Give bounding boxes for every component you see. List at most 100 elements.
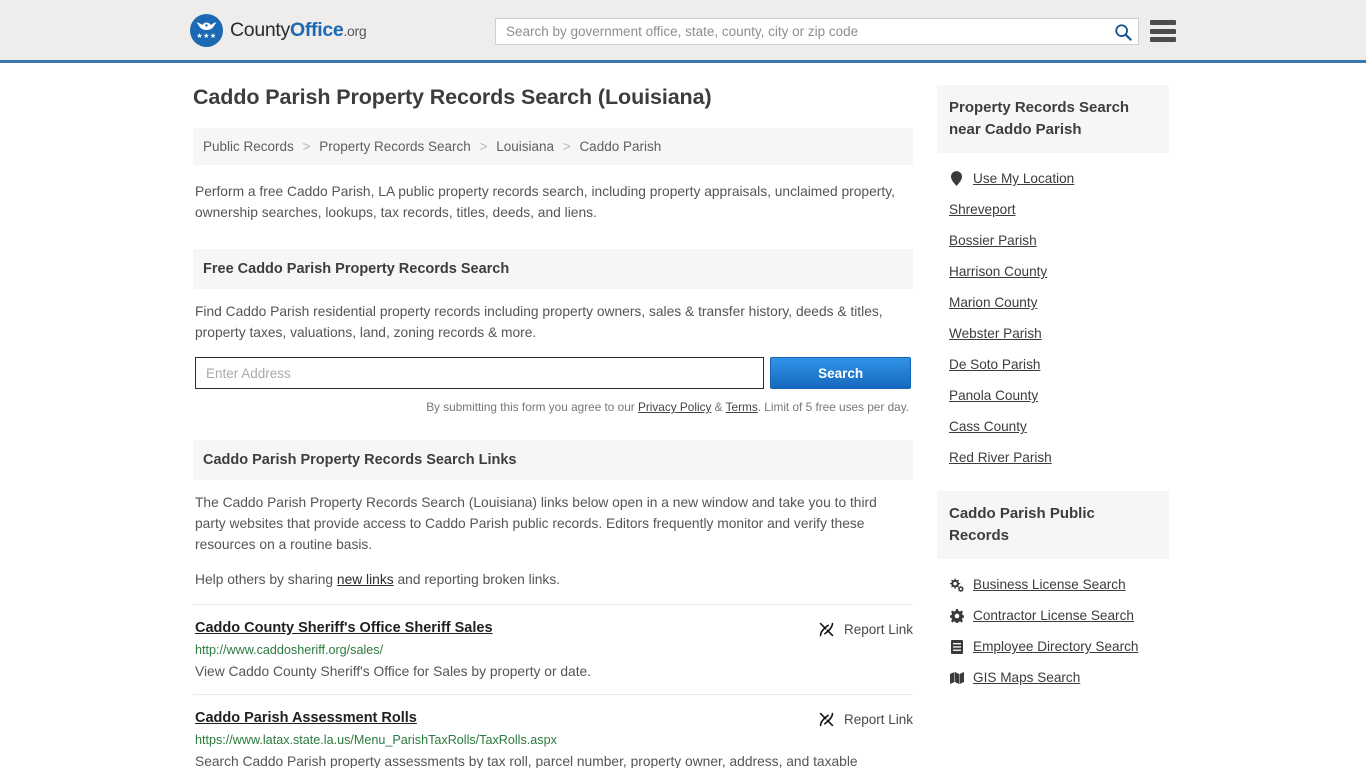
sidebar-item-panola-county[interactable]: Panola County — [949, 380, 1157, 411]
links-paragraph-2: Help others by sharing new links and rep… — [195, 569, 911, 590]
form-disclaimer: By submitting this form you agree to our… — [195, 397, 911, 418]
free-search-heading: Free Caddo Parish Property Records Searc… — [193, 249, 913, 289]
sidebar-item-bossier-parish[interactable]: Bossier Parish — [949, 225, 1157, 256]
site-header: ★★★ CountyOffice.org — [0, 0, 1366, 63]
report-link-label: Report Link — [843, 712, 913, 727]
links-paragraph-1: The Caddo Parish Property Records Search… — [195, 495, 877, 552]
address-input[interactable] — [195, 357, 765, 389]
links-section-heading: Caddo Parish Property Records Search Lin… — [193, 440, 913, 480]
stars-glyph: ★★★ — [196, 33, 217, 40]
logo-text-org: .org — [343, 22, 367, 39]
logo-text-county: County — [230, 18, 290, 41]
sidebar-link-label[interactable]: Webster Parish — [949, 326, 1042, 341]
result-url: https://www.latax.state.la.us/Menu_Paris… — [195, 733, 557, 747]
share-prefix: Help others by sharing — [195, 572, 337, 587]
terms-link[interactable]: Terms — [726, 400, 758, 414]
sidebar-link-label[interactable]: Red River Parish — [949, 450, 1052, 465]
book-icon — [949, 639, 964, 654]
disclaimer-prefix: By submitting this form you agree to our — [426, 400, 638, 414]
breadcrumb-item-2[interactable]: Louisiana — [496, 139, 554, 154]
map-pin-icon — [949, 171, 964, 186]
disclaimer-amp: & — [711, 400, 726, 414]
result-title[interactable]: Caddo County Sheriff's Office Sheriff Sa… — [195, 620, 493, 636]
header-search-box[interactable] — [495, 18, 1139, 45]
disclaimer-suffix: . Limit of 5 free uses per day. — [757, 400, 909, 414]
sidebar-link-label[interactable]: GIS Maps Search — [973, 670, 1080, 685]
sidebar-item-contractor-license-search[interactable]: Contractor License Search — [949, 600, 1157, 631]
nearby-list: Use My Location Shreveport Bossier Paris… — [937, 153, 1169, 473]
sidebar-item-red-river-parish[interactable]: Red River Parish — [949, 442, 1157, 473]
public-records-heading: Caddo Parish Public Records — [937, 491, 1169, 559]
breadcrumb: Public Records > Property Records Search… — [193, 128, 913, 165]
hamburger-bar-1 — [1150, 20, 1176, 25]
result-title[interactable]: Caddo Parish Assessment Rolls — [195, 710, 417, 726]
nearby-panel: Property Records Search near Caddo Paris… — [937, 85, 1169, 473]
share-suffix: and reporting broken links. — [393, 572, 561, 587]
sidebar-item-employee-directory-search[interactable]: Employee Directory Search — [949, 631, 1157, 662]
eagle-icon — [196, 22, 217, 30]
sidebar-link-label[interactable]: Shreveport — [949, 202, 1016, 217]
logo-text-office: Office — [290, 18, 344, 41]
sidebar-link-label[interactable]: Panola County — [949, 388, 1038, 403]
free-search-body: Find Caddo Parish residential property r… — [193, 289, 913, 418]
broken-link-icon — [819, 622, 834, 637]
cogs-icon — [949, 577, 964, 592]
public-records-list: Business License Search Contractor Licen… — [937, 559, 1169, 693]
report-link-button[interactable]: Report Link — [818, 711, 913, 728]
address-search-form: Search — [195, 357, 911, 389]
sidebar-item-harrison-county[interactable]: Harrison County — [949, 256, 1157, 287]
sidebar-item-use-my-location[interactable]: Use My Location — [949, 163, 1157, 194]
hamburger-bar-3 — [1150, 37, 1176, 42]
sidebar-item-webster-parish[interactable]: Webster Parish — [949, 318, 1157, 349]
breadcrumb-separator-1: > — [479, 139, 488, 154]
search-icon[interactable] — [1108, 19, 1138, 44]
sidebar-link-label[interactable]: Bossier Parish — [949, 233, 1037, 248]
sidebar-link-label[interactable]: Business License Search — [973, 577, 1126, 592]
intro-paragraph: Perform a free Caddo Parish, LA public p… — [195, 184, 895, 220]
site-logo[interactable]: ★★★ CountyOffice.org — [190, 13, 367, 47]
sidebar-link-label[interactable]: Contractor License Search — [973, 608, 1134, 623]
breadcrumb-item-0[interactable]: Public Records — [203, 139, 294, 154]
nearby-heading: Property Records Search near Caddo Paris… — [937, 85, 1169, 153]
sidebar-item-business-license-search[interactable]: Business License Search — [949, 569, 1157, 600]
public-records-panel: Caddo Parish Public Records Business Lic… — [937, 491, 1169, 693]
sidebar-link-label[interactable]: Use My Location — [973, 171, 1074, 186]
menu-toggle-icon[interactable] — [1150, 20, 1176, 42]
breadcrumb-separator-2: > — [562, 139, 571, 154]
result-description: Search Caddo Parish property assessments… — [195, 754, 858, 768]
sidebar-item-de-soto-parish[interactable]: De Soto Parish — [949, 349, 1157, 380]
sidebar-link-label[interactable]: Marion County — [949, 295, 1037, 310]
privacy-policy-link[interactable]: Privacy Policy — [638, 400, 711, 414]
free-search-description: Find Caddo Parish residential property r… — [195, 304, 883, 340]
new-links-link[interactable]: new links — [337, 572, 394, 587]
result-url: http://www.caddosheriff.org/sales/ — [195, 643, 384, 657]
result-item: Caddo Parish Assessment Rolls https://ww… — [193, 694, 913, 768]
content-container: Caddo Parish Property Records Search (Lo… — [193, 63, 1173, 768]
breadcrumb-item-3[interactable]: Caddo Parish — [579, 139, 661, 154]
eagle-badge-icon: ★★★ — [190, 13, 223, 47]
sidebar-item-marion-county[interactable]: Marion County — [949, 287, 1157, 318]
report-link-label: Report Link — [843, 622, 913, 637]
sidebar-link-label[interactable]: Cass County — [949, 419, 1027, 434]
sidebar-link-label[interactable]: Employee Directory Search — [973, 639, 1138, 654]
sidebar-link-label[interactable]: Harrison County — [949, 264, 1047, 279]
report-link-button[interactable]: Report Link — [818, 621, 913, 638]
logo-wordmark: CountyOffice.org — [230, 18, 367, 42]
page-body: Caddo Parish Property Records Search (Lo… — [0, 63, 1366, 768]
links-section-body: The Caddo Parish Property Records Search… — [193, 480, 913, 590]
breadcrumb-separator-0: > — [302, 139, 311, 154]
map-icon — [949, 671, 964, 684]
sidebar: Property Records Search near Caddo Paris… — [937, 85, 1169, 768]
sidebar-item-gis-maps-search[interactable]: GIS Maps Search — [949, 662, 1157, 693]
result-item: Caddo County Sheriff's Office Sheriff Sa… — [193, 604, 913, 694]
address-search-button[interactable]: Search — [770, 357, 911, 389]
hamburger-bar-2 — [1150, 28, 1176, 34]
sidebar-link-label[interactable]: De Soto Parish — [949, 357, 1040, 372]
broken-link-icon — [819, 712, 834, 727]
sidebar-item-cass-county[interactable]: Cass County — [949, 411, 1157, 442]
cog-icon — [949, 608, 964, 623]
page-title: Caddo Parish Property Records Search (Lo… — [193, 85, 712, 109]
breadcrumb-item-1[interactable]: Property Records Search — [319, 139, 471, 154]
sidebar-item-shreveport[interactable]: Shreveport — [949, 194, 1157, 225]
header-search-input[interactable] — [496, 24, 1108, 39]
